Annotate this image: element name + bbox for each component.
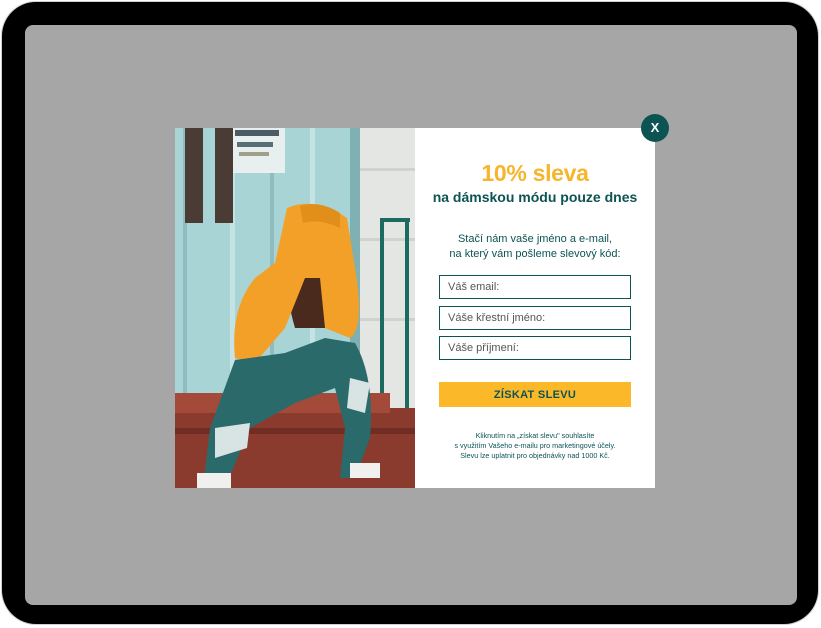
legal-line: Slevu lze uplatnit pro objednávky nad 10…: [460, 451, 610, 460]
get-discount-button[interactable]: ZÍSKAT SLEVU: [439, 382, 631, 407]
first-name-input[interactable]: [439, 306, 631, 330]
tablet-frame: 10% sleva na dámskou módu pouze dnes Sta…: [2, 2, 818, 624]
close-popup-button[interactable]: X: [641, 114, 669, 142]
legal-note: Kliknutím na „získat slevu" souhlasíte s…: [421, 431, 649, 461]
discount-popup: 10% sleva na dámskou módu pouze dnes Sta…: [175, 128, 655, 488]
legal-line: s využitím Vašeho e-mailu pro marketingo…: [454, 441, 616, 450]
form-description: Stačí nám vaše jméno a e-mail, na který …: [425, 232, 645, 262]
screen-overlay: 10% sleva na dámskou módu pouze dnes Sta…: [25, 25, 797, 605]
discount-headline: 10% sleva: [481, 160, 589, 186]
legal-line: Kliknutím na „získat slevu" souhlasíte: [475, 431, 595, 440]
discount-subheadline: na dámskou módu pouze dnes: [432, 189, 638, 205]
last-name-input[interactable]: [439, 336, 631, 360]
description-line: na který vám pošleme slevový kód:: [449, 248, 621, 260]
email-input[interactable]: [439, 275, 631, 299]
popup-content: 10% sleva na dámskou módu pouze dnes Sta…: [415, 128, 655, 488]
description-line: Stačí nám vaše jméno a e-mail,: [457, 233, 613, 245]
model-photo: [175, 128, 415, 488]
